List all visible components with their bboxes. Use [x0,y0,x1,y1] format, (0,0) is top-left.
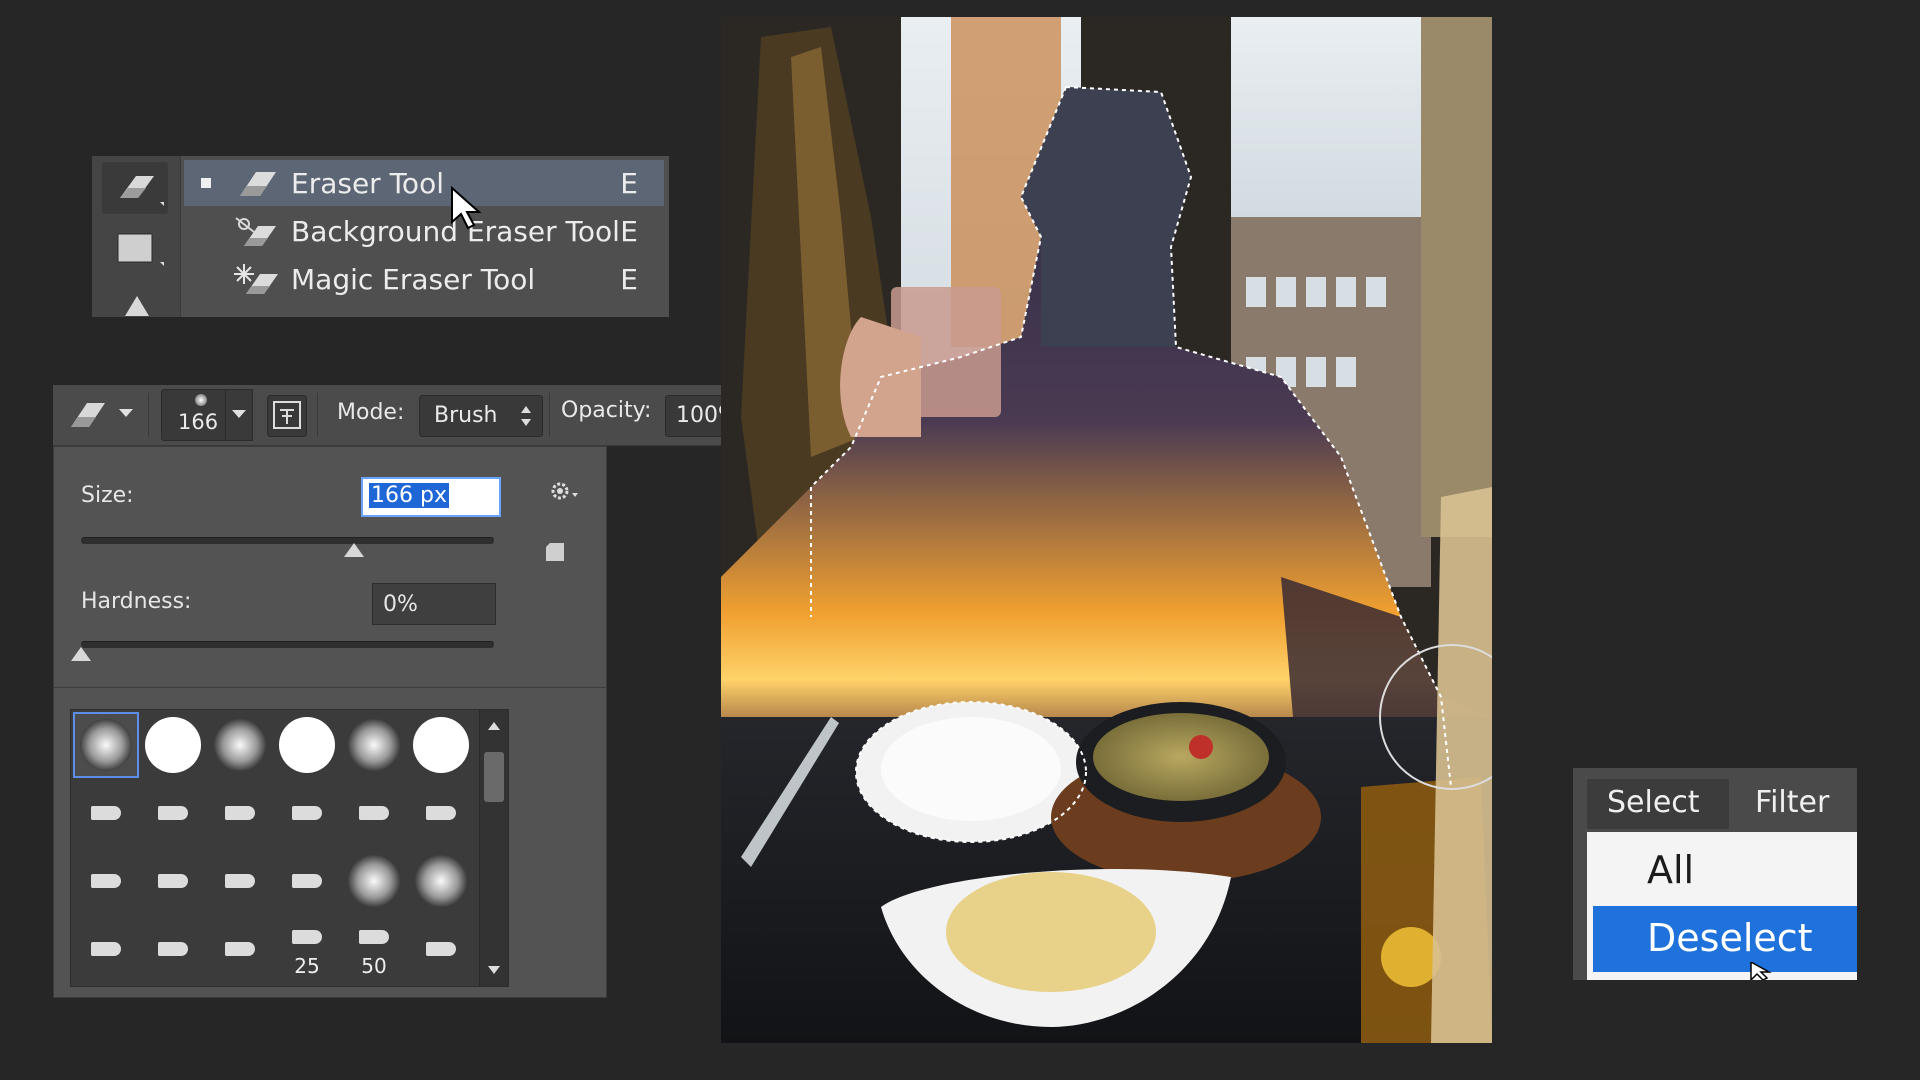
size-input[interactable]: 166 px [361,477,501,517]
updown-arrows-icon [521,406,531,426]
separator [549,393,550,437]
brush-preset[interactable] [207,848,273,914]
brush-preset[interactable] [73,780,139,846]
brush-preset[interactable] [274,848,340,914]
size-slider-thumb[interactable] [343,543,364,557]
menu-item-label: Deselect [1647,916,1813,960]
brush-preset[interactable] [140,916,206,982]
brush-preset[interactable] [73,916,139,982]
flyout-item-magic-eraser-tool[interactable]: Magic Eraser Tool E [184,256,664,302]
brush-preset[interactable] [73,712,139,778]
menu-filter-label: Filter [1755,785,1830,820]
eraser-preset-icon[interactable] [67,397,111,433]
scrollbar-thumb[interactable] [484,752,504,802]
brush-preset-grid: 25 50 [70,709,509,987]
flyout-item-label: Eraser Tool [291,167,444,200]
menu-filter[interactable]: Filter [1743,779,1843,829]
mode-select[interactable]: Brush [419,395,543,437]
eraser-icon [240,172,276,196]
blur-tool-icon[interactable] [122,294,152,316]
brush-preset[interactable] [408,712,474,778]
menu-bar-snippet: Select Filter All Deselect [1573,768,1857,980]
hardness-slider[interactable] [81,641,494,648]
menu-item-all[interactable]: All [1587,838,1857,904]
separator [317,393,318,437]
brush-preset[interactable] [207,712,273,778]
mode-label: Mode: [337,400,405,425]
menu-select[interactable]: Select [1587,779,1729,829]
brush-preset-size: 50 [361,954,387,978]
preset-scrollbar[interactable] [479,710,508,986]
brush-preset[interactable] [341,848,407,914]
eraser-tool-flyout: Eraser Tool E Background Eraser Tool E M… [92,156,669,317]
eraser-icon [120,176,164,206]
size-label: Size: [81,483,134,508]
magic-eraser-icon [234,264,278,294]
menu-item-label: All [1647,848,1695,892]
active-tool-marker [201,178,211,188]
select-dropdown: All Deselect [1587,832,1857,980]
toggle-brush-panel-button[interactable] [267,395,307,437]
flyout-item-eraser-tool[interactable]: Eraser Tool E [184,160,664,206]
separator [148,393,149,437]
brush-preset[interactable] [274,780,340,846]
mouse-cursor-icon [1750,962,1772,980]
brush-preset[interactable] [73,848,139,914]
brush-preset[interactable]: 50 [341,916,407,982]
opacity-label: Opacity: [561,398,652,423]
brush-preset[interactable] [408,916,474,982]
brush-size-label: 166 [178,410,219,434]
hardness-input-value: 0% [383,592,418,617]
flyout-item-background-eraser-tool[interactable]: Background Eraser Tool E [184,208,664,254]
size-slider[interactable] [81,537,494,544]
brush-preset[interactable] [408,848,474,914]
brush-preset-picker-panel: Size: 166 px Hardness: 0% 25 50 [53,446,607,998]
size-input-value: 166 px [369,483,449,508]
tools-strip [92,156,181,317]
eraser-tool-button[interactable] [102,162,168,214]
menu-select-label: Select [1607,785,1700,820]
scroll-up-icon[interactable] [488,722,500,730]
brush-preset-size: 25 [294,954,320,978]
brush-preset[interactable] [207,780,273,846]
shortcut-key: E [620,215,638,248]
tool-options-bar: 166 Mode: Brush Opacity: 100% [53,385,791,446]
gradient-icon [117,233,164,266]
new-preset-icon[interactable] [542,539,566,563]
brush-preset[interactable] [408,780,474,846]
brush-preset[interactable] [140,780,206,846]
chevron-down-icon[interactable] [119,409,133,419]
brush-preset[interactable] [207,916,273,982]
divider [54,687,606,688]
shortcut-key: E [620,167,638,200]
brush-preset[interactable] [140,712,206,778]
brush-preset[interactable] [274,712,340,778]
gear-icon[interactable] [548,479,580,505]
shortcut-key: E [620,263,638,296]
background-eraser-icon [235,217,276,246]
hardness-input[interactable]: 0% [372,583,496,625]
mouse-cursor-icon [451,186,482,230]
document-canvas[interactable] [721,17,1492,1043]
brush-preset[interactable]: 25 [274,916,340,982]
brush-preview-icon [195,394,207,406]
brush-panel-icon [273,401,301,429]
hardness-label: Hardness: [81,589,192,614]
scroll-down-icon[interactable] [488,966,500,974]
flyout-item-label: Magic Eraser Tool [291,263,536,296]
brush-preset[interactable] [341,780,407,846]
brush-picker-dropdown[interactable] [225,389,253,441]
brush-preset[interactable] [140,848,206,914]
brush-preset[interactable] [341,712,407,778]
menu-item-deselect[interactable]: Deselect [1593,906,1857,972]
mode-value: Brush [434,403,498,428]
chevron-down-icon [232,410,246,418]
photo-image [721,17,1492,1043]
hardness-slider-thumb[interactable] [71,647,91,661]
gradient-tool-button[interactable] [102,222,168,274]
